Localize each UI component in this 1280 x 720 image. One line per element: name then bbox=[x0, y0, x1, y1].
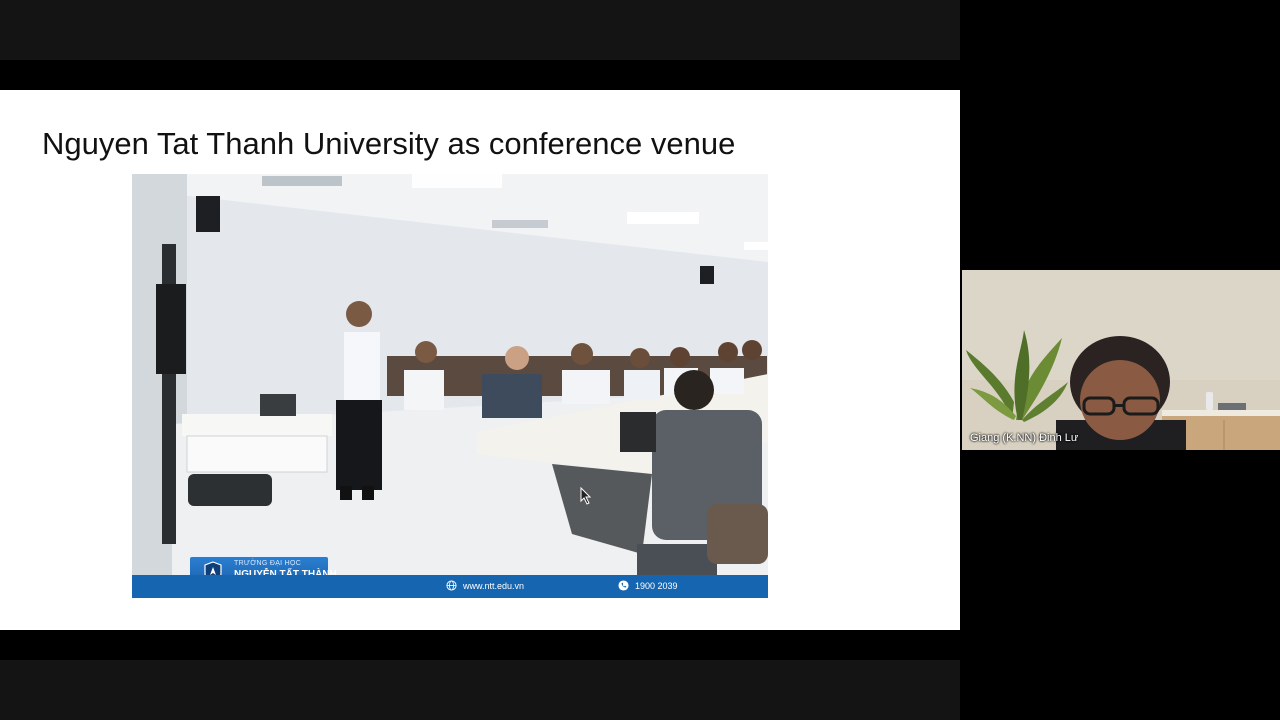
conference-photo: TRƯỜNG ĐẠI HỌC NGUYỄN TẤT THÀNH TRI THỨC… bbox=[132, 174, 768, 598]
participant-name-label: Giang (K.NN) Đinh Lư bbox=[970, 432, 1079, 444]
screen-share-area: Nguyen Tat Thanh University as conferenc… bbox=[0, 0, 960, 720]
letterbox-top bbox=[0, 60, 960, 90]
slide-title: Nguyen Tat Thanh University as conferenc… bbox=[42, 126, 736, 161]
presentation-slide: Nguyen Tat Thanh University as conferenc… bbox=[0, 90, 960, 630]
logo-text-line1: TRƯỜNG ĐẠI HỌC bbox=[234, 560, 302, 567]
photo-footer-bar: www.ntt.edu.vn 1900 2039 bbox=[132, 575, 768, 598]
letterbox-bottom bbox=[0, 630, 960, 660]
phone-text: 1900 2039 bbox=[635, 580, 678, 591]
mouse-cursor-icon bbox=[580, 487, 592, 505]
website-text: www.ntt.edu.vn bbox=[463, 580, 525, 591]
phone-icon bbox=[618, 580, 629, 591]
globe-icon bbox=[446, 580, 457, 591]
website-item: www.ntt.edu.vn bbox=[446, 580, 524, 591]
phone-item: 1900 2039 bbox=[618, 580, 678, 591]
meeting-window: Nguyen Tat Thanh University as conferenc… bbox=[0, 0, 1280, 720]
conference-room-illustration bbox=[132, 174, 768, 598]
participant-video-tile[interactable]: Giang (K.NN) Đinh Lư bbox=[962, 270, 1280, 450]
participant-video-feed bbox=[962, 270, 1280, 450]
